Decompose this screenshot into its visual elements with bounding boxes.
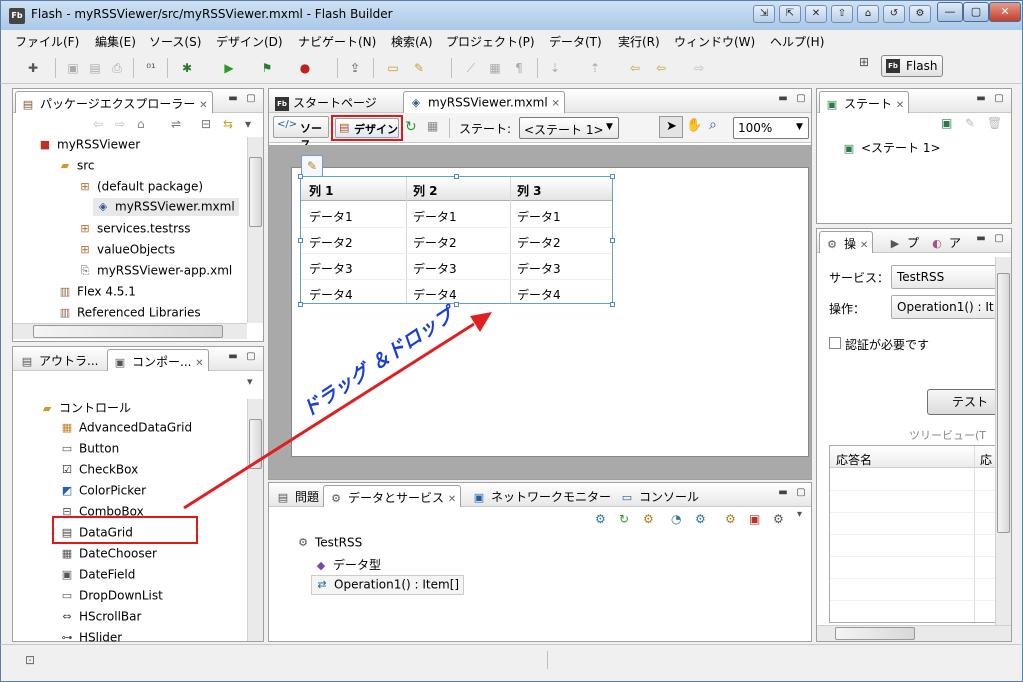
drag-arrow-overlay <box>183 312 492 510</box>
drag-arrow-head <box>470 312 492 332</box>
drag-arrow-line <box>183 322 475 510</box>
